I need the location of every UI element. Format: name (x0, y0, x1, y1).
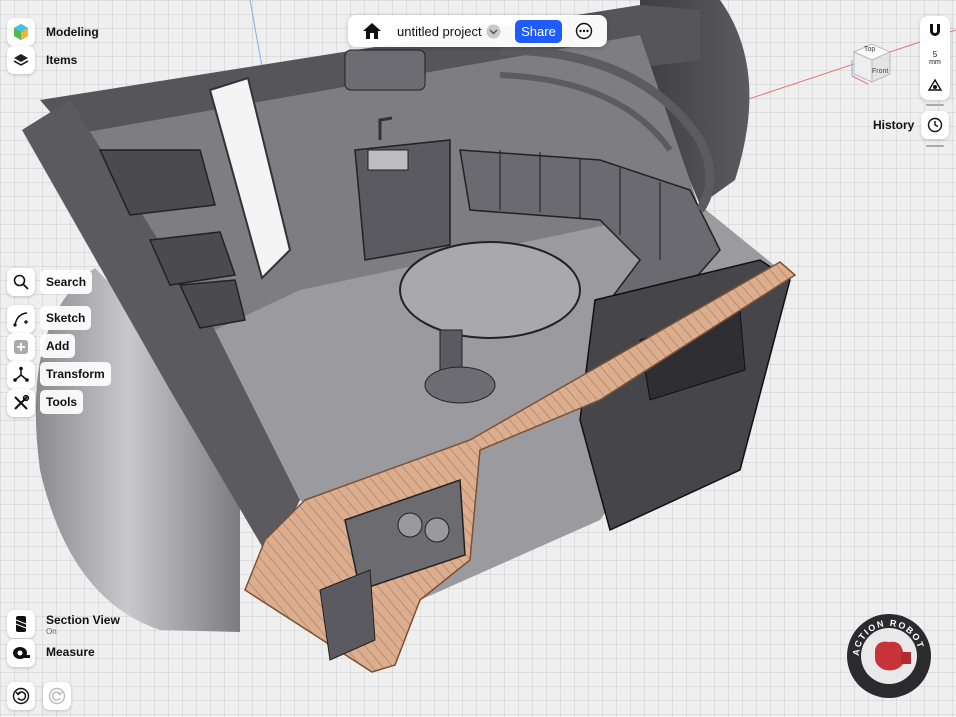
measure-icon[interactable] (7, 639, 35, 667)
grid-size-unit: mm (929, 59, 941, 66)
undo-icon[interactable] (7, 682, 35, 710)
upper-cabinet (344, 49, 426, 91)
view-cube[interactable]: Top Front (848, 40, 896, 88)
project-title[interactable]: untitled project (397, 24, 482, 39)
transform-label[interactable]: Transform (40, 362, 111, 386)
history-label[interactable]: History (873, 118, 914, 132)
search-label[interactable]: Search (40, 270, 93, 294)
chevron-down-icon[interactable] (486, 24, 501, 39)
sketch-icon[interactable] (7, 305, 35, 333)
section-view-state: On (46, 627, 57, 636)
history-clock-icon[interactable] (921, 111, 949, 139)
modeling-label[interactable]: Modeling (46, 25, 99, 39)
grid-size-value[interactable]: 5 (920, 50, 950, 59)
sketch-label[interactable]: Sketch (40, 306, 92, 330)
view-cube-top-label: Top (864, 46, 876, 53)
measure-label[interactable]: Measure (46, 645, 95, 659)
tools-icon[interactable] (7, 389, 35, 417)
snap-grid-panel: 5 mm (920, 16, 950, 100)
action-robot-punch-logo: ACTION ROBOT PUNCH (845, 612, 933, 700)
items-layers-icon[interactable] (7, 46, 35, 74)
section-view-icon[interactable] (7, 610, 35, 638)
divider (926, 104, 944, 106)
modeling-icon[interactable] (7, 18, 35, 46)
magnet-icon[interactable] (927, 22, 943, 38)
share-button[interactable]: Share (515, 20, 562, 43)
divider (926, 145, 944, 147)
3d-viewport[interactable] (0, 0, 956, 717)
view-cube-front-label: Front (872, 68, 889, 75)
transform-icon[interactable] (7, 361, 35, 389)
more-options-icon[interactable] (575, 22, 593, 40)
search-icon[interactable] (7, 268, 35, 296)
items-label[interactable]: Items (46, 53, 77, 67)
right-lockers (579, 259, 791, 532)
axis-icon[interactable] (927, 78, 943, 94)
add-label[interactable]: Add (40, 334, 76, 358)
home-icon[interactable] (362, 22, 382, 40)
model-canvas (22, 0, 956, 673)
tools-label[interactable]: Tools (40, 390, 84, 414)
project-bar: untitled project Share (348, 15, 607, 47)
redo-icon[interactable] (43, 682, 71, 710)
add-icon[interactable] (7, 333, 35, 361)
section-view-label[interactable]: Section View (46, 613, 120, 627)
oval-table (399, 241, 581, 339)
